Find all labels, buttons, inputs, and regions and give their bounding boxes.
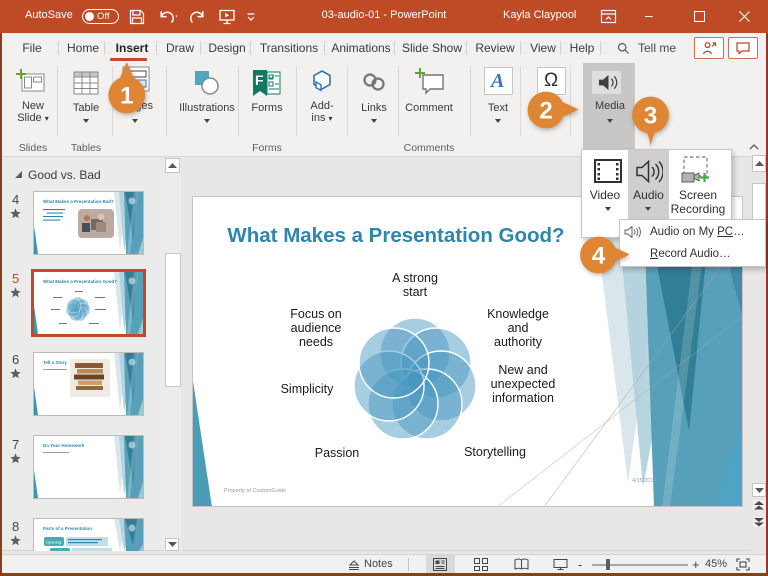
- svg-text:Property of CustomGuide: Property of CustomGuide: [224, 488, 286, 494]
- svg-text:Parts of a Presentation: Parts of a Presentation: [43, 526, 92, 531]
- svg-text:What Makes a Presentation Good: What Makes a Presentation Good?: [43, 279, 117, 284]
- svg-text:Do Your Homework: Do Your Homework: [43, 443, 85, 448]
- svg-text:Opening: Opening: [46, 540, 61, 545]
- svg-text:2: 2: [539, 98, 552, 125]
- svg-text:What Makes a Presentation Bad?: What Makes a Presentation Bad?: [43, 199, 114, 204]
- svg-text:Tell a Story: Tell a Story: [43, 360, 67, 365]
- svg-text:4/15/2019: 4/15/2019: [632, 478, 656, 484]
- svg-text:F: F: [255, 72, 264, 88]
- svg-text:3: 3: [644, 103, 657, 130]
- svg-text:4: 4: [592, 243, 606, 270]
- svg-text:1: 1: [120, 83, 133, 110]
